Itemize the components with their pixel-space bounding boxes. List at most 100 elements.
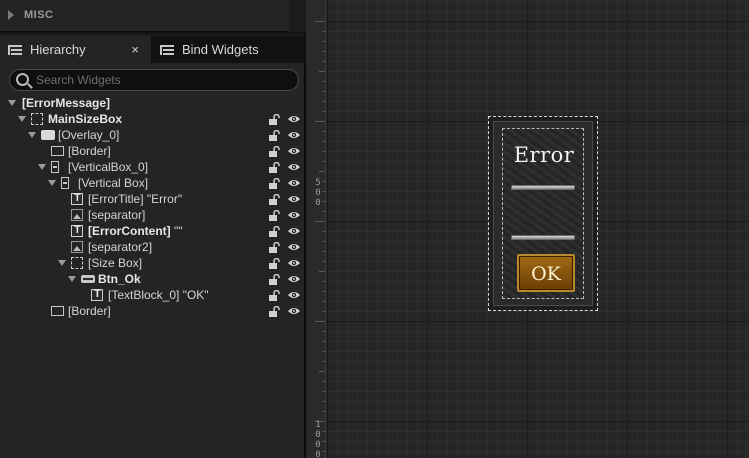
visibility-eye-icon[interactable] [287,178,301,188]
tree-row[interactable]: [ErrorTitle] "Error" [0,191,304,207]
lock-icon[interactable] [268,290,280,301]
tree-item-label: [ErrorTitle] "Error" [88,192,183,206]
lock-icon[interactable] [268,226,280,237]
tab-bind-widgets[interactable]: Bind Widgets [152,36,302,63]
lock-icon[interactable] [268,210,280,221]
lock-icon[interactable] [268,258,280,269]
tree-row[interactable]: [ErrorMessage] [0,95,304,111]
tree-row[interactable]: [separator] [0,207,304,223]
ruler-tick [319,371,325,372]
expand-arrow-icon[interactable] [48,180,56,186]
visibility-eye-icon[interactable] [287,194,301,204]
details-panel-strip: MISC [0,0,306,34]
expand-arrow-icon[interactable] [18,116,26,122]
ruler-number: 1 [315,420,321,430]
misc-category-header[interactable]: MISC [0,0,289,32]
lock-icon[interactable] [268,274,280,285]
ruler-tick [322,331,325,332]
ruler-tick [322,161,325,162]
ruler-tick [319,71,325,72]
tab-hierarchy[interactable]: Hierarchy × [0,36,151,63]
search-icon [16,73,29,86]
expand-arrow-icon[interactable] [28,132,36,138]
expand-arrow-icon[interactable] [8,10,14,20]
tree-row[interactable]: [Border] [0,303,304,319]
ruler-number: 0 [315,188,321,198]
tree-row[interactable]: [Overlay_0] [0,127,304,143]
tree-row[interactable]: [ErrorContent] "" [0,223,304,239]
text-block-icon [91,288,103,301]
details-scrollbar[interactable] [289,0,306,32]
ruler-tick [322,431,325,432]
tree-row[interactable]: MainSizeBox [0,111,304,127]
search-box[interactable] [9,69,299,91]
visibility-eye-icon[interactable] [287,210,301,220]
ruler-tick [322,141,325,142]
tree-item-label: [separator2] [88,240,153,254]
designer-canvas[interactable]: 5001000 Error OK [306,0,749,458]
ruler-tick [322,291,325,292]
visibility-eye-icon[interactable] [287,274,301,284]
lock-icon[interactable] [268,178,280,189]
vertical-ruler: 5001000 [306,0,326,458]
visibility-eye-icon[interactable] [287,114,301,124]
separator-preview[interactable] [511,185,575,190]
tree-row[interactable]: [TextBlock_0] "OK" [0,287,304,303]
ruler-number: 0 [315,440,321,450]
ruler-tick [322,81,325,82]
image-icon [71,209,83,221]
lock-icon[interactable] [268,306,280,317]
visibility-eye-icon[interactable] [287,242,301,252]
tree-row[interactable]: [Vertical Box] [0,175,304,191]
lock-icon[interactable] [268,242,280,253]
tree-row[interactable]: [separator2] [0,239,304,255]
ok-button-preview[interactable]: OK [517,254,575,292]
visibility-eye-icon[interactable] [287,290,301,300]
ruler-tick [322,391,325,392]
size-box-icon [31,113,43,125]
expand-arrow-icon[interactable] [8,100,16,106]
lock-icon[interactable] [268,130,280,141]
visibility-eye-icon[interactable] [287,130,301,140]
ruler-tick [322,351,325,352]
ruler-tick [322,131,325,132]
ruler-tick [322,191,325,192]
ruler-tick [315,221,325,222]
tree-row[interactable]: [Size Box] [0,255,304,271]
ruler-tick [322,261,325,262]
ruler-tick [319,271,325,272]
overlay-preview[interactable]: Error OK [493,121,593,306]
ruler-tick [315,121,325,122]
lock-icon[interactable] [268,114,280,125]
visibility-eye-icon[interactable] [287,306,301,316]
widget-preview-bounds[interactable]: Error OK [488,116,598,311]
ruler-number: 5 [315,178,321,188]
tree-row[interactable]: [VerticalBox_0] [0,159,304,175]
tree-item-label: MainSizeBox [48,112,123,126]
visibility-eye-icon[interactable] [287,162,301,172]
error-title-preview[interactable]: Error [503,143,585,167]
visibility-eye-icon[interactable] [287,258,301,268]
size-box-icon [71,257,83,269]
expand-arrow-icon[interactable] [38,164,46,170]
visibility-eye-icon[interactable] [287,146,301,156]
visibility-eye-icon[interactable] [287,226,301,236]
expand-arrow-icon[interactable] [58,260,66,266]
lock-icon[interactable] [268,194,280,205]
widget-tree: [ErrorMessage] MainSizeBox [Overlay_0] [Bor… [0,95,304,319]
lock-icon[interactable] [268,146,280,157]
border-icon [51,306,64,316]
separator2-preview[interactable] [511,235,575,240]
ruler-tick [322,341,325,342]
border-preview[interactable]: Error OK [502,128,584,299]
tree-item-label: [ErrorMessage] [22,96,111,110]
tree-item-label: [ErrorContent] "" [88,224,183,238]
close-tab-icon[interactable]: × [131,42,139,57]
tree-row[interactable]: [Border] [0,143,304,159]
expand-arrow-icon[interactable] [68,276,76,282]
search-input[interactable] [36,72,286,88]
lock-icon[interactable] [268,162,280,173]
tree-row[interactable]: Btn_Ok [0,271,304,287]
tree-item-label: [Overlay_0] [58,128,120,142]
tree-item-label: [VerticalBox_0] [68,160,149,174]
